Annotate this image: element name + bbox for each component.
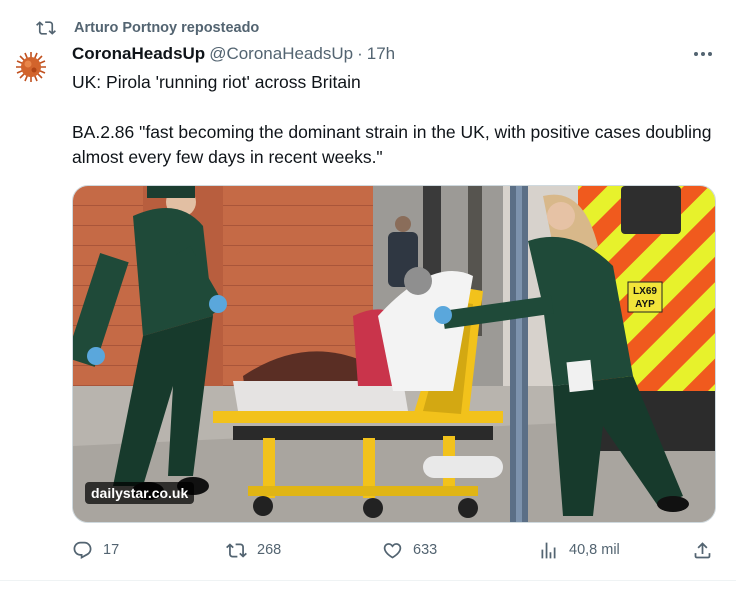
reply-icon [73,541,92,559]
timestamp[interactable]: 17h [367,44,395,64]
heart-icon [383,542,402,559]
views-button[interactable]: 40,8 mil [538,538,620,562]
reply-count: 17 [103,542,120,558]
tweet-paragraph: BA.2.86 "fast becoming the dominant stra… [72,122,712,167]
repost-button[interactable]: 268 [226,538,281,562]
like-button[interactable]: 633 [382,538,437,562]
virus-avatar-icon [14,50,48,84]
share-button[interactable] [692,538,723,562]
analytics-icon [541,542,556,558]
tweet-text: UK: Pirola 'running riot' across Britain… [72,70,722,170]
repost-context: Arturo Portnoy reposteado [36,17,259,39]
reply-button[interactable]: 17 [72,538,119,562]
view-count: 40,8 mil [569,542,620,558]
plate-line-1: LX69 [633,286,657,297]
avatar[interactable] [14,50,48,84]
tweet-paragraph: UK: Pirola 'running riot' across Britain [72,72,361,92]
tweet-photo[interactable]: LX69 AYP dailystar.co.uk [72,185,716,523]
repost-count: 268 [257,542,282,558]
repost-label[interactable]: Arturo Portnoy reposteado [74,20,259,36]
repost-icon [226,542,247,558]
ellipsis-icon [694,52,712,56]
author-name[interactable]: CoronaHeadsUp [72,44,205,64]
tweet-card[interactable]: Arturo Portnoy reposteado CoronaHeadsUp … [0,0,736,581]
like-count: 633 [413,542,438,558]
share-icon [694,541,711,558]
tweet-header: CoronaHeadsUp @CoronaHeadsUp · 17h [72,42,395,66]
ambulance-photo: LX69 AYP [73,186,715,522]
plate-line-2: AYP [635,299,655,310]
author-handle[interactable]: @CoronaHeadsUp [209,44,353,64]
action-bar: 17 268 633 40,8 mil [72,538,718,562]
source-label: dailystar.co.uk [85,482,195,504]
repost-icon [36,21,56,35]
separator-dot: · [357,44,363,63]
more-options-button[interactable] [690,44,716,64]
